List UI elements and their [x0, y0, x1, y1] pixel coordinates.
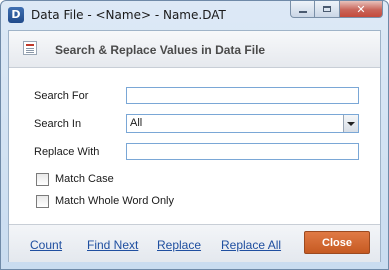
- close-icon: ✕: [356, 2, 366, 16]
- window-close-button[interactable]: ✕: [340, 1, 383, 18]
- maximize-button[interactable]: [315, 1, 340, 18]
- search-for-label: Search For: [34, 90, 89, 102]
- match-whole-word-checkbox[interactable]: [36, 194, 49, 208]
- window-controls: ✕: [290, 1, 383, 19]
- window-title: Data File - <Name> - Name.DAT: [31, 8, 226, 22]
- dialog-heading: Search & Replace Values in Data File: [55, 43, 266, 57]
- title-bar[interactable]: D Data File - <Name> - Name.DAT ✕: [1, 1, 388, 30]
- search-for-input[interactable]: [126, 87, 359, 104]
- match-whole-word-label: Match Whole Word Only: [55, 195, 175, 207]
- match-case-label: Match Case: [55, 173, 114, 185]
- minimize-icon: [298, 10, 307, 13]
- app-logo-icon: D: [8, 7, 24, 23]
- search-in-label: Search In: [34, 118, 82, 130]
- replace-with-input[interactable]: [126, 143, 359, 160]
- dialog-header: Search & Replace Values in Data File: [9, 31, 380, 68]
- count-link[interactable]: Count: [30, 238, 62, 252]
- data-file-icon: [23, 41, 37, 55]
- close-button[interactable]: Close: [304, 231, 370, 254]
- dialog-footer: Count Find Next Replace Replace All Clos…: [9, 224, 380, 262]
- dropdown-arrow-button[interactable]: [343, 115, 358, 132]
- match-case-checkbox[interactable]: [36, 172, 49, 186]
- replace-with-label: Replace With: [34, 146, 100, 158]
- replace-link[interactable]: Replace: [157, 238, 201, 252]
- maximize-icon: [323, 6, 331, 12]
- dialog-content: Search & Replace Values in Data File Sea…: [8, 30, 381, 262]
- dialog-window: D Data File - <Name> - Name.DAT ✕ Search…: [0, 0, 389, 270]
- match-case-option[interactable]: Match Case: [36, 172, 114, 186]
- minimize-button[interactable]: [290, 1, 315, 18]
- chevron-down-icon: [347, 121, 355, 126]
- search-in-selected-value: All: [130, 117, 143, 129]
- replace-all-link[interactable]: Replace All: [221, 238, 281, 252]
- match-whole-word-option[interactable]: Match Whole Word Only: [36, 194, 174, 208]
- search-in-dropdown[interactable]: All: [126, 114, 359, 133]
- find-next-link[interactable]: Find Next: [87, 238, 138, 252]
